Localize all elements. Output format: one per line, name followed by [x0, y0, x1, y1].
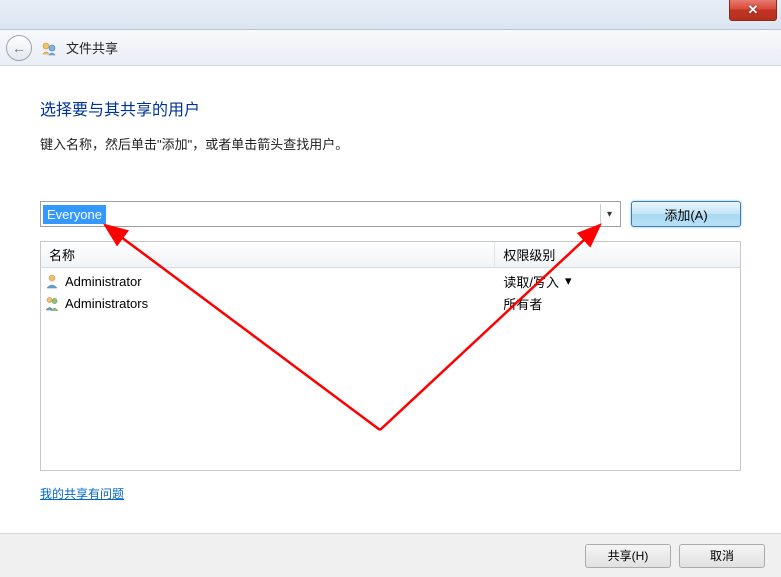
add-button-label: 添加(A) [664, 205, 707, 224]
help-link[interactable]: 我的共享有问题 [40, 485, 124, 502]
breadcrumb-bar: ← 文件共享 [0, 30, 781, 66]
page-heading: 选择要与其共享的用户 [40, 96, 741, 120]
table-row[interactable]: Administrator 读取/写入 ▾ [41, 270, 740, 292]
user-table: 名称 权限级别 Administrator 读取/写入 ▾ Administra… [40, 241, 741, 471]
content-area: 选择要与其共享的用户 键入名称，然后单击"添加"，或者单击箭头查找用户。 Eve… [0, 66, 781, 502]
combo-selected-value: Everyone [43, 205, 106, 224]
table-row[interactable]: Administrators 所有者 [41, 292, 740, 314]
chevron-down-icon: ▾ [565, 273, 572, 289]
header-name[interactable]: 名称 [41, 242, 495, 267]
close-button[interactable]: ✕ [729, 0, 777, 21]
row-perm[interactable]: 读取/写入 ▾ [495, 272, 740, 291]
title-bar: ✕ [0, 0, 781, 30]
cancel-button[interactable]: 取消 [679, 544, 765, 568]
footer: 共享(H) 取消 [0, 533, 781, 577]
row-name: Administrator [63, 274, 495, 289]
row-name: Administrators [63, 296, 495, 311]
page-subtext: 键入名称，然后单击"添加"，或者单击箭头查找用户。 [40, 134, 741, 153]
chevron-down-icon[interactable]: ▾ [600, 204, 618, 224]
table-body: Administrator 读取/写入 ▾ Administrators 所有者 [41, 268, 740, 316]
input-row: Everyone ▾ 添加(A) [40, 201, 741, 227]
user-name-combo[interactable]: Everyone ▾ [40, 201, 621, 227]
close-icon: ✕ [748, 2, 759, 18]
row-perm[interactable]: 所有者 [495, 294, 740, 313]
window-title: 文件共享 [66, 38, 118, 57]
arrow-left-icon: ← [12, 40, 26, 56]
share-button[interactable]: 共享(H) [585, 544, 671, 568]
add-button[interactable]: 添加(A) [631, 201, 741, 227]
file-sharing-icon [40, 39, 58, 57]
back-button[interactable]: ← [6, 35, 32, 61]
user-icon [41, 273, 63, 289]
header-perm[interactable]: 权限级别 [495, 242, 740, 267]
group-icon [41, 295, 63, 311]
table-header: 名称 权限级别 [41, 242, 740, 268]
